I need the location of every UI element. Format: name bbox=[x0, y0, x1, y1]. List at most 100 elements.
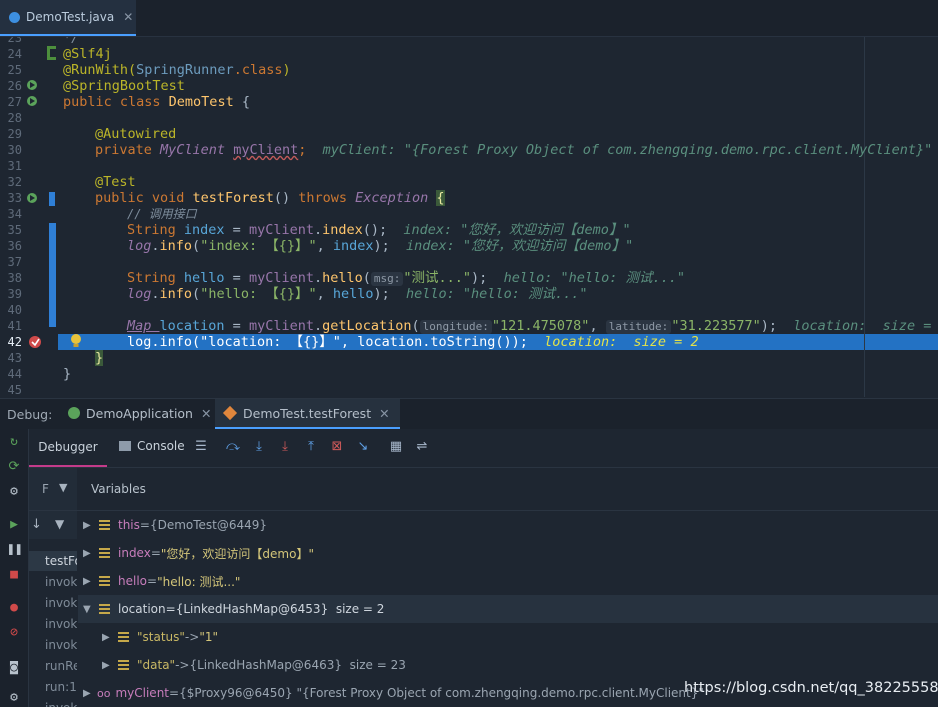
resume-icon[interactable]: ▶ bbox=[7, 518, 21, 532]
frame-item[interactable]: invok bbox=[45, 701, 77, 707]
variable-row[interactable]: ▶ hello = "hello: 测试..." bbox=[78, 567, 938, 595]
close-icon[interactable]: ✕ bbox=[379, 406, 389, 421]
variable-name: this bbox=[118, 518, 140, 532]
debug-label: Debug: bbox=[7, 407, 53, 422]
line-number: 27 bbox=[7, 95, 22, 109]
view-breakpoints-icon[interactable]: ● bbox=[7, 601, 21, 615]
map-entry-row[interactable]: ▶ "data" -> {LinkedHashMap@6463} size = 2… bbox=[78, 651, 938, 679]
field-name: log bbox=[127, 238, 152, 254]
frame-item[interactable]: invok bbox=[45, 596, 77, 610]
bookmark-icon[interactable] bbox=[47, 46, 59, 60]
line-number: 29 bbox=[7, 127, 22, 141]
variable-row[interactable]: ▶ this = {DemoTest@6449} bbox=[78, 511, 938, 539]
punct: ); bbox=[373, 286, 390, 302]
variable: location bbox=[159, 318, 225, 334]
close-icon[interactable]: ✕ bbox=[123, 10, 133, 24]
line-number: 41 bbox=[7, 319, 22, 333]
code-line: public class DemoTest { bbox=[63, 94, 250, 110]
frame-item[interactable]: testFo bbox=[45, 554, 77, 568]
frame-item[interactable]: invok bbox=[45, 575, 77, 589]
filter-icon[interactable]: ▼ bbox=[55, 517, 64, 531]
stop-icon[interactable]: ■ bbox=[7, 568, 21, 582]
restart-icon[interactable]: ⟳ bbox=[7, 460, 21, 474]
breakpoint-icon[interactable] bbox=[28, 335, 44, 349]
map-entry-row[interactable]: ▶ "status" -> "1" bbox=[78, 623, 938, 651]
variable-row[interactable]: ▶ index = "您好，欢迎访问【demo】" bbox=[78, 539, 938, 567]
bug-icon bbox=[68, 407, 80, 419]
lightbulb-icon[interactable] bbox=[70, 333, 82, 349]
punct: ( bbox=[362, 270, 371, 286]
frames-tab[interactable]: F ▼ bbox=[29, 468, 77, 510]
tab-label: DemoTest.java bbox=[26, 10, 115, 24]
field-name: myClient bbox=[248, 222, 314, 238]
force-step-into-icon[interactable]: ⤓ bbox=[278, 440, 292, 454]
frame-item[interactable]: invok bbox=[45, 617, 77, 631]
step-out-icon[interactable]: ⤒ bbox=[304, 440, 318, 454]
close-icon[interactable]: ✕ bbox=[201, 406, 211, 421]
camera-icon[interactable]: ◙ bbox=[7, 661, 21, 675]
run-test-icon[interactable] bbox=[26, 79, 40, 91]
frame-item[interactable]: invok bbox=[45, 638, 77, 652]
step-over-icon[interactable]: ⤼ bbox=[226, 440, 240, 454]
expand-arrow-icon[interactable]: ▶ bbox=[83, 688, 95, 699]
mute-breakpoints-icon[interactable]: ⊘ bbox=[7, 626, 21, 640]
menu-icon[interactable]: ☰ bbox=[194, 440, 208, 454]
variable-row-selected[interactable]: ▼ location = {LinkedHashMap@6453} size = … bbox=[78, 595, 938, 623]
expand-arrow-icon[interactable]: ▶ bbox=[102, 660, 114, 671]
keyword: .class bbox=[233, 62, 283, 78]
drop-frame-icon[interactable]: ⊠ bbox=[330, 440, 344, 454]
expand-arrow-icon[interactable]: ▶ bbox=[83, 548, 95, 559]
tab-debugger[interactable]: Debugger bbox=[29, 429, 107, 467]
expand-arrow-icon[interactable]: ▶ bbox=[102, 632, 114, 643]
entry-icon bbox=[118, 660, 129, 670]
punct: . bbox=[151, 238, 160, 254]
arrow-down-icon[interactable]: ↓ bbox=[31, 517, 42, 532]
code-line: String index = myClient.index(); index: … bbox=[127, 222, 631, 238]
variable-value: {DemoTest@6449} bbox=[149, 518, 268, 532]
punct: . bbox=[313, 222, 323, 238]
line-number: 25 bbox=[7, 63, 22, 77]
class-name: SpringRunner bbox=[136, 62, 234, 78]
change-marker bbox=[49, 192, 55, 206]
trace-icon[interactable]: ⇌ bbox=[415, 440, 429, 454]
field-icon bbox=[99, 576, 110, 586]
watermark-text: https://blog.csdn.net/qq_38225558 bbox=[684, 680, 938, 696]
expand-arrow-icon[interactable]: ▶ bbox=[83, 576, 95, 587]
tab-demotest-testforest[interactable]: DemoTest.testForest ✕ bbox=[215, 399, 400, 429]
expand-arrow-icon[interactable]: ▶ bbox=[83, 520, 95, 531]
inline-value: hello: "hello: 测试..." bbox=[503, 270, 685, 286]
keyword: private bbox=[95, 142, 161, 158]
rerun-icon[interactable]: ↻ bbox=[7, 435, 21, 449]
chevron-down-icon[interactable]: ▼ bbox=[59, 481, 67, 494]
variable: hello bbox=[183, 270, 225, 286]
tab-console[interactable]: Console bbox=[119, 439, 185, 453]
line-number: 31 bbox=[7, 159, 22, 173]
run-test-icon[interactable] bbox=[26, 192, 40, 204]
code-editor[interactable]: 23 24 25 26 27 28 29 30 31 32 33 34 35 3… bbox=[0, 37, 938, 397]
equals: = bbox=[169, 686, 180, 700]
line-number: 23 bbox=[7, 37, 22, 45]
pause-icon[interactable]: ❚❚ bbox=[7, 543, 23, 557]
string-literal: "121.475078" bbox=[491, 318, 590, 334]
variable-value: "您好，欢迎访问【demo】" bbox=[160, 546, 314, 561]
arrow-separator: -> bbox=[175, 658, 190, 672]
tab-demoapplication[interactable]: DemoApplication ✕ bbox=[68, 399, 211, 427]
tab-demotest-java[interactable]: DemoTest.java ✕ bbox=[0, 0, 136, 36]
settings-icon[interactable]: ⚙ bbox=[7, 691, 21, 705]
field-icon bbox=[99, 548, 110, 558]
collapse-arrow-icon[interactable]: ▼ bbox=[83, 604, 95, 615]
frame-item[interactable]: runRe bbox=[45, 659, 77, 673]
step-into-icon[interactable]: ⤓ bbox=[252, 440, 266, 454]
frame-item[interactable]: run:1 bbox=[45, 680, 77, 694]
equals: = bbox=[139, 518, 150, 532]
brace-match: } bbox=[95, 350, 104, 366]
punct: { bbox=[233, 94, 250, 110]
run-test-icon[interactable] bbox=[26, 95, 40, 107]
evaluate-expression-icon[interactable]: ▦ bbox=[389, 440, 403, 454]
settings-icon[interactable]: ⚙ bbox=[7, 485, 21, 499]
inline-value: hello: "hello: 测试..." bbox=[406, 286, 588, 302]
run-to-cursor-icon[interactable]: ↘ bbox=[356, 440, 370, 454]
variable: index bbox=[183, 222, 225, 238]
line-number: 45 bbox=[7, 383, 22, 397]
field-name: myClient bbox=[248, 318, 314, 334]
